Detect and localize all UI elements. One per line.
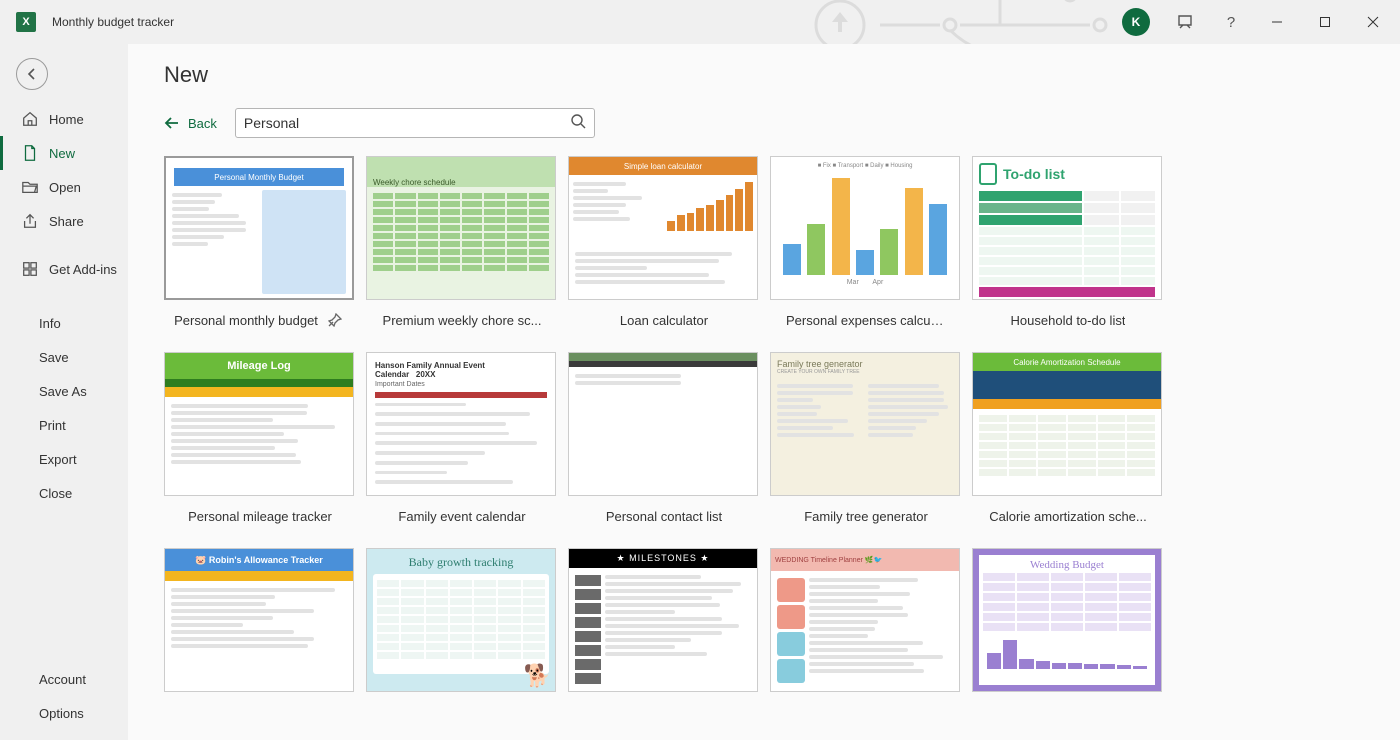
share-icon xyxy=(21,212,39,230)
template-card[interactable]: To-do list Household to-do list xyxy=(972,156,1164,340)
maximize-icon xyxy=(1319,16,1331,28)
title-bar: X Monthly budget tracker K ? xyxy=(0,0,1400,44)
template-card[interactable]: Mileage Log Personal mileage tracker xyxy=(164,352,356,536)
template-thumbnail xyxy=(568,352,758,496)
template-label: Household to-do list xyxy=(1011,313,1126,328)
sidebar-item-export[interactable]: Export xyxy=(0,442,128,476)
template-card[interactable]: Calorie Amortization Schedule Calorie amo… xyxy=(972,352,1164,536)
sidebar-item-account[interactable]: Account xyxy=(0,662,128,696)
search-back-link[interactable]: Back xyxy=(164,116,217,131)
sidebar-item-close[interactable]: Close xyxy=(0,476,128,510)
template-card[interactable]: ★ MILESTONES ★ xyxy=(568,548,760,700)
maximize-button[interactable] xyxy=(1302,6,1348,38)
template-thumbnail: Baby growth tracking🐕 xyxy=(366,548,556,692)
home-icon xyxy=(21,110,39,128)
arrow-left-icon xyxy=(164,116,180,130)
template-thumbnail: Mileage Log xyxy=(164,352,354,496)
template-card[interactable]: Weekly chore schedule Premium weekly chor… xyxy=(366,156,558,340)
sidebar-item-share[interactable]: Share xyxy=(0,204,128,238)
page-title: New xyxy=(164,62,1376,88)
template-card[interactable]: Personal Monthly Budget Personal monthly … xyxy=(164,156,356,340)
template-card[interactable]: Baby growth tracking🐕 xyxy=(366,548,558,700)
template-search-box[interactable] xyxy=(235,108,595,138)
template-thumbnail: 🐷 Robin's Allowance Tracker xyxy=(164,548,354,692)
template-label: Calorie amortization sche... xyxy=(989,509,1147,524)
sidebar-item-print[interactable]: Print xyxy=(0,408,128,442)
excel-app-icon: X xyxy=(16,12,36,32)
template-label: Premium weekly chore sc... xyxy=(383,313,542,328)
template-card[interactable]: Hanson Family Annual Event Calendar 20XX… xyxy=(366,352,558,536)
template-thumbnail: Weekly chore schedule xyxy=(366,156,556,300)
sidebar-item-open[interactable]: Open xyxy=(0,170,128,204)
minimize-icon xyxy=(1271,16,1283,28)
help-icon: ? xyxy=(1227,14,1235,31)
user-avatar[interactable]: K xyxy=(1122,8,1150,36)
addins-icon xyxy=(21,260,39,278)
sidebar-item-label: Share xyxy=(49,214,84,229)
template-gallery[interactable]: Personal Monthly Budget Personal monthly … xyxy=(164,156,1376,716)
template-card[interactable]: Wedding Budget xyxy=(972,548,1164,700)
template-thumbnail: Family tree generatorCREATE YOUR OWN FAM… xyxy=(770,352,960,496)
main-panel: New Back Personal Monthly BudgetPersonal… xyxy=(128,44,1400,740)
arrow-left-icon xyxy=(24,66,40,82)
template-search-input[interactable] xyxy=(244,115,570,131)
ribbon-display-icon xyxy=(1176,13,1194,31)
backstage-sidebar: Home New Open Share Get Add-ins InfoSaveSave… xyxy=(0,44,128,740)
sidebar-item-label: Open xyxy=(49,180,81,195)
sidebar-item-label: Home xyxy=(49,112,84,127)
pin-icon xyxy=(328,313,342,327)
template-thumbnail: To-do list xyxy=(972,156,1162,300)
sidebar-item-label: New xyxy=(49,146,75,161)
template-card[interactable]: Family tree generatorCREATE YOUR OWN FAM… xyxy=(770,352,962,536)
template-thumbnail: Simple loan calculator xyxy=(568,156,758,300)
template-label: Personal contact list xyxy=(606,509,722,524)
pin-template-button[interactable] xyxy=(324,309,346,331)
back-circle-button[interactable] xyxy=(16,58,48,90)
minimize-button[interactable] xyxy=(1254,6,1300,38)
sidebar-item-saveas[interactable]: Save As xyxy=(0,374,128,408)
sidebar-item-new[interactable]: New xyxy=(0,136,128,170)
template-thumbnail: Hanson Family Annual Event Calendar 20XX… xyxy=(366,352,556,496)
template-label: Family event calendar xyxy=(398,509,525,524)
search-back-label: Back xyxy=(188,116,217,131)
template-label: Personal monthly budget xyxy=(174,313,318,328)
template-card[interactable]: 🐷 Robin's Allowance Tracker xyxy=(164,548,356,700)
file-new-icon xyxy=(21,144,39,162)
template-card[interactable]: WEDDING Timeline Planner 🌿🐦 xyxy=(770,548,962,700)
document-title: Monthly budget tracker xyxy=(52,15,174,29)
sidebar-item-label: Get Add-ins xyxy=(49,262,117,277)
help-button[interactable]: ? xyxy=(1210,6,1252,38)
template-thumbnail: Personal Monthly Budget xyxy=(164,156,354,300)
template-card[interactable]: Personal contact list xyxy=(568,352,760,536)
template-label: Personal expenses calcula... xyxy=(786,313,946,328)
sidebar-item-options[interactable]: Options xyxy=(0,696,128,730)
template-label: Personal mileage tracker xyxy=(188,509,332,524)
ribbon-display-button[interactable] xyxy=(1162,6,1208,38)
sidebar-item-save[interactable]: Save xyxy=(0,340,128,374)
template-thumbnail: ★ MILESTONES ★ xyxy=(568,548,758,692)
sidebar-item-info[interactable]: Info xyxy=(0,306,128,340)
template-label: Family tree generator xyxy=(804,509,928,524)
close-icon xyxy=(1367,16,1379,28)
template-card[interactable]: Simple loan calculator Loan calculator xyxy=(568,156,760,340)
template-card[interactable]: ■ Fix ■ Transport ■ Daily ■ HousingMar A… xyxy=(770,156,962,340)
template-thumbnail: Calorie Amortization Schedule xyxy=(972,352,1162,496)
folder-open-icon xyxy=(21,178,39,196)
search-icon[interactable] xyxy=(570,113,586,134)
close-button[interactable] xyxy=(1350,6,1396,38)
template-thumbnail: WEDDING Timeline Planner 🌿🐦 xyxy=(770,548,960,692)
sidebar-item-addins[interactable]: Get Add-ins xyxy=(0,252,128,286)
sidebar-item-home[interactable]: Home xyxy=(0,102,128,136)
template-thumbnail: ■ Fix ■ Transport ■ Daily ■ HousingMar A… xyxy=(770,156,960,300)
template-label: Loan calculator xyxy=(620,313,708,328)
template-thumbnail: Wedding Budget xyxy=(972,548,1162,692)
